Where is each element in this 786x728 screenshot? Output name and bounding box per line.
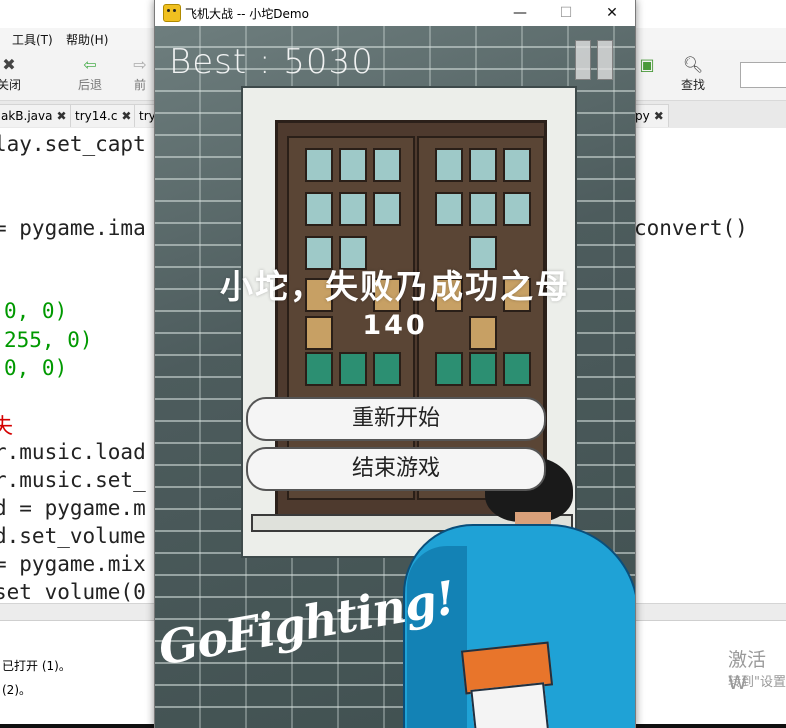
close-tab-icon[interactable]: ✖ bbox=[57, 109, 67, 123]
window-titlebar[interactable]: 飞机大战 -- 小坨Demo — ☐ ✕ bbox=[155, 0, 635, 26]
game-window: 飞机大战 -- 小坨Demo — ☐ ✕ Best: 5030 小坨，失败乃成… bbox=[154, 0, 636, 728]
best-score-label: Best : 5030 bbox=[169, 42, 374, 82]
close-icon: ✖ bbox=[2, 55, 16, 74]
search-icon: 🔍︎ bbox=[682, 55, 704, 74]
close-tab-icon[interactable]: ✖ bbox=[654, 109, 664, 123]
code-line: convert() bbox=[634, 216, 748, 240]
menu-tools[interactable]: 工具(T) bbox=[12, 31, 53, 48]
menu-help[interactable]: 帮助(H) bbox=[66, 31, 108, 48]
code-line: = pygame.mix bbox=[0, 552, 146, 576]
restart-button[interactable]: 重新开始 bbox=[246, 397, 546, 441]
forward-button[interactable]: ⇨ 前 bbox=[126, 54, 154, 96]
app-icon bbox=[163, 4, 181, 22]
minimize-button[interactable]: — bbox=[497, 0, 543, 26]
code-line: d = pygame.m bbox=[0, 496, 146, 520]
minimize-icon: — bbox=[513, 5, 527, 21]
code-line: lay.set_capt bbox=[0, 132, 146, 156]
arrow-right-icon: ⇨ bbox=[133, 55, 147, 74]
output-line: 已打开 (1)。 bbox=[2, 659, 71, 673]
code-line: set_volume(0 bbox=[0, 580, 146, 604]
back-button[interactable]: ⇦ 后退 bbox=[67, 54, 113, 96]
arrow-left-icon: ⇦ bbox=[83, 55, 97, 74]
activate-windows-subtitle: 转到"设置 bbox=[728, 675, 786, 690]
document-icon: ▣ bbox=[639, 55, 655, 74]
hoodie-logo-white bbox=[470, 682, 550, 728]
window-title: 飞机大战 -- 小坨Demo bbox=[185, 7, 309, 21]
tab-try14-c[interactable]: try14.c ✖ bbox=[70, 104, 137, 127]
pause-bar-icon bbox=[575, 40, 591, 80]
code-line: d.set_volume bbox=[0, 524, 146, 548]
close-file-button[interactable]: ✖ 关闭 bbox=[0, 54, 32, 96]
quit-game-button[interactable]: 结束游戏 bbox=[246, 447, 546, 491]
pause-bar-icon bbox=[597, 40, 613, 80]
pause-button[interactable] bbox=[575, 40, 613, 80]
toolbar-search-input[interactable] bbox=[740, 62, 786, 88]
code-line: r.music.load bbox=[0, 440, 146, 464]
close-tab-icon[interactable]: ✖ bbox=[121, 109, 131, 123]
tab-akb-java[interactable]: akB.java ✖ bbox=[0, 104, 72, 127]
maximize-icon: ☐ bbox=[559, 5, 573, 21]
find-button[interactable]: 🔍︎ 查找 bbox=[670, 54, 716, 96]
code-line: 失 bbox=[0, 414, 13, 438]
toolbar-icon-button[interactable]: ▣ bbox=[634, 54, 660, 96]
close-button[interactable]: ✕ bbox=[589, 0, 635, 26]
game-canvas[interactable]: Best : 5030 小坨，失败乃成功之母 140 重新开始 结束游戏 GoF… bbox=[155, 26, 635, 728]
game-over-title: 小坨，失败乃成功之母 bbox=[220, 267, 570, 306]
code-line: 0, 0) bbox=[4, 356, 68, 380]
code-line: r.music.set_ bbox=[0, 468, 146, 492]
output-line: (2)。 bbox=[2, 683, 31, 697]
code-line: 0, 0) bbox=[4, 299, 68, 323]
maximize-button[interactable]: ☐ bbox=[543, 0, 589, 26]
code-line: = pygame.ima bbox=[0, 216, 146, 240]
final-score: 140 bbox=[362, 310, 428, 341]
close-icon: ✕ bbox=[606, 5, 618, 21]
code-line: 255, 0) bbox=[4, 328, 93, 352]
